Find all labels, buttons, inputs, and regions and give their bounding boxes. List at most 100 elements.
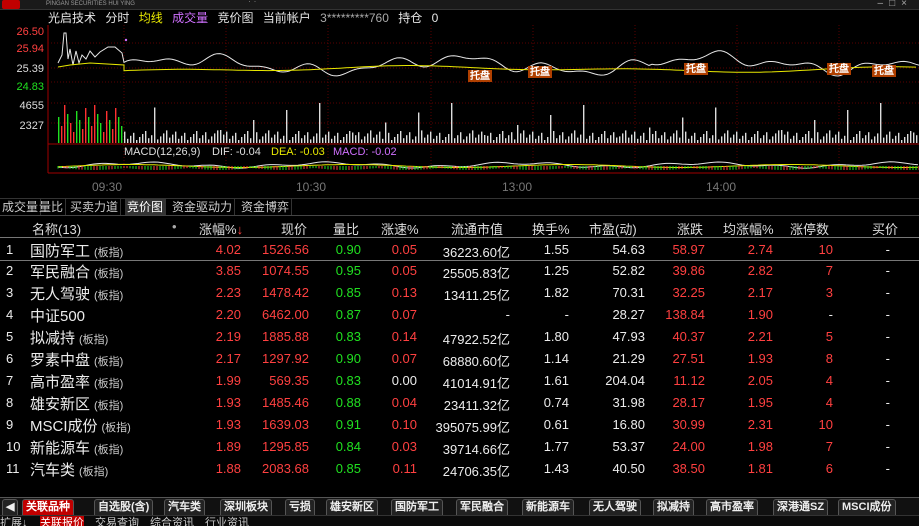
- bottom-tab[interactable]: 汽车类: [164, 499, 205, 516]
- volume-bar: [262, 136, 264, 143]
- intraday-chart[interactable]: 26.5025.9425.3924.8346552327 托盘 托盘 托盘 托盘 托盘 …: [0, 25, 919, 197]
- header-vol-ratio[interactable]: 量比: [333, 219, 359, 238]
- bottom-tab[interactable]: 自选股(含): [94, 499, 154, 516]
- cell-pe: 54.63: [612, 242, 645, 257]
- volume-bar: [334, 135, 336, 143]
- minimize-icon[interactable]: –: [878, 0, 890, 9]
- tab-capital-game[interactable]: 资金博弈: [239, 199, 293, 215]
- volume-bar: [715, 107, 717, 143]
- macd-dif: DIF: -0.04: [212, 146, 261, 158]
- mode-label[interactable]: 分时: [105, 11, 129, 25]
- row-name[interactable]: 国防军工 (板指): [30, 240, 123, 261]
- volume-bar: [385, 122, 387, 143]
- volume-bar: [820, 139, 822, 143]
- header-mcap[interactable]: 流通市值: [451, 219, 503, 238]
- table-row[interactable]: 7 高市盈率 (板指) 1.99 569.35 0.83 0.00 41014.91亿 1.61…: [0, 369, 919, 391]
- info-tab[interactable]: 交易查询: [95, 516, 139, 526]
- row-name[interactable]: MSCI成份 (板指): [30, 415, 131, 436]
- volume-bar: [775, 133, 777, 143]
- volume-bar: [340, 140, 342, 143]
- header-change[interactable]: 涨跌: [677, 219, 703, 238]
- volume-bar: [466, 136, 468, 143]
- volume-bar: [787, 131, 789, 143]
- bottom-tab[interactable]: 雄安新区: [326, 499, 378, 516]
- header-pe[interactable]: 市盈(动): [589, 219, 637, 238]
- price-tick: 25.94: [16, 43, 44, 55]
- tab-volume[interactable]: 成交量: [0, 199, 42, 215]
- cell-price: 1885.88: [262, 329, 309, 344]
- row-name[interactable]: 汽车类 (板指): [30, 459, 108, 480]
- close-icon[interactable]: ×: [901, 0, 913, 9]
- bottom-tab[interactable]: 亏损: [285, 499, 315, 516]
- scroll-left-icon[interactable]: ◀: [2, 499, 19, 516]
- header-avg-pct[interactable]: 均涨幅%: [723, 219, 774, 238]
- table-row[interactable]: 1 国防军工 (板指) 4.02 1526.56 0.90 0.05 36223.60亿 1.5…: [0, 237, 919, 261]
- row-name[interactable]: 拟减持 (板指): [30, 327, 108, 348]
- header-pct[interactable]: 涨幅%↓: [199, 219, 243, 238]
- header-turnover[interactable]: 换手%: [532, 219, 570, 238]
- volume-label[interactable]: 成交量: [172, 11, 208, 25]
- table-row[interactable]: 9 MSCI成份 (板指) 1.93 1639.03 0.91 0.10 395075.99亿…: [0, 413, 919, 435]
- header-price[interactable]: 现价: [281, 219, 307, 238]
- row-name[interactable]: 雄安新区 (板指): [30, 393, 123, 414]
- row-name[interactable]: 军民融合 (板指): [30, 261, 123, 282]
- bottom-tab[interactable]: 国防军工: [391, 499, 443, 516]
- row-name[interactable]: 新能源车 (板指): [30, 437, 123, 458]
- row-name-text: 汽车类: [30, 462, 76, 479]
- header-limit-up[interactable]: 涨停数: [790, 219, 829, 238]
- volume-bar: [382, 138, 384, 143]
- cell-pe: 47.93: [612, 329, 645, 344]
- row-name[interactable]: 无人驾驶 (板指): [30, 283, 123, 304]
- table-row[interactable]: 2 军民融合 (板指) 3.85 1074.55 0.95 0.05 25505.83亿 1.2…: [0, 259, 919, 281]
- info-tab[interactable]: 行业资讯: [205, 516, 249, 526]
- row-name[interactable]: 中证500: [30, 305, 89, 326]
- table-row[interactable]: 8 雄安新区 (板指) 1.93 1485.46 0.88 0.04 23411.32亿 0.7…: [0, 391, 919, 413]
- volume-bar: [472, 130, 474, 143]
- header-name[interactable]: 名称(13): [32, 219, 81, 238]
- tab-capital-drive[interactable]: 资金驱动力: [170, 199, 236, 215]
- bottom-tab[interactable]: 无人驾驶: [589, 499, 641, 516]
- maximize-icon[interactable]: □: [889, 0, 901, 9]
- volume-bar: [553, 131, 555, 143]
- bottom-tab[interactable]: 深港通SZ: [773, 499, 829, 516]
- volume-bar: [916, 135, 918, 143]
- info-tab[interactable]: 综合资讯: [150, 516, 194, 526]
- bid-chart-label[interactable]: 竞价图: [217, 11, 253, 25]
- table-row[interactable]: 10 新能源车 (板指) 1.89 1295.85 0.84 0.03 39714.66亿 1.…: [0, 435, 919, 457]
- tab-volume-ratio[interactable]: 量比: [37, 199, 67, 215]
- row-name[interactable]: 高市盈率 (板指): [30, 371, 123, 392]
- bottom-tab[interactable]: MSCI成份: [838, 499, 896, 516]
- bottom-tab[interactable]: 新能源车: [522, 499, 574, 516]
- row-tag: (板指): [94, 400, 124, 412]
- stock-name[interactable]: 光启技术: [48, 11, 96, 25]
- window-controls[interactable]: –□×: [878, 0, 913, 9]
- cell-speed: 0.10: [391, 417, 417, 432]
- table-row[interactable]: 11 汽车类 (板指) 1.88 2083.68 0.85 0.11 24706.35亿 1.4…: [0, 457, 919, 479]
- cell-avg: 2.05: [747, 373, 773, 388]
- table-row[interactable]: 6 罗素中盘 (板指) 2.17 1297.92 0.90 0.07 68880.60亿 1.1…: [0, 347, 919, 369]
- bottom-tab[interactable]: 军民融合: [456, 499, 508, 516]
- header-bid[interactable]: 买价: [872, 219, 898, 238]
- volume-bar: [421, 130, 423, 143]
- tab-bid-chart[interactable]: 竞价图: [125, 199, 167, 215]
- info-tab[interactable]: 关联报价: [40, 516, 84, 526]
- bottom-tab[interactable]: 深圳板块: [220, 499, 272, 516]
- cell-turn: 0.61: [543, 417, 569, 432]
- row-name[interactable]: 罗素中盘 (板指): [30, 349, 123, 370]
- bottom-tab[interactable]: 拟减持: [653, 499, 694, 516]
- avg-line-label[interactable]: 均线: [139, 11, 163, 25]
- header-speed[interactable]: 涨速%: [381, 219, 419, 238]
- row-index: 10: [6, 439, 21, 454]
- info-tab[interactable]: 扩展↓: [0, 516, 28, 526]
- bottom-tab[interactable]: 关联品种: [22, 499, 74, 516]
- bottom-tab[interactable]: 高市盈率: [706, 499, 758, 516]
- volume-bar: [880, 103, 882, 143]
- volume-bar: [568, 136, 570, 143]
- table-row[interactable]: 4 中证500 2.20 6462.00 0.87 0.07 - - 28.27 138.84 1.…: [0, 303, 919, 325]
- brand-text: PINGAN SECURITIES HUI YING: [46, 1, 135, 7]
- volume-bar: [217, 130, 219, 143]
- tab-buy-sell-force[interactable]: 买卖力道: [68, 199, 122, 215]
- table-row[interactable]: 5 拟减持 (板指) 2.19 1885.88 0.83 0.14 47922.52亿 1.80…: [0, 325, 919, 347]
- volume-bar: [871, 139, 873, 143]
- table-row[interactable]: 3 无人驾驶 (板指) 2.23 1478.42 0.85 0.13 13411.25亿 1.8…: [0, 281, 919, 303]
